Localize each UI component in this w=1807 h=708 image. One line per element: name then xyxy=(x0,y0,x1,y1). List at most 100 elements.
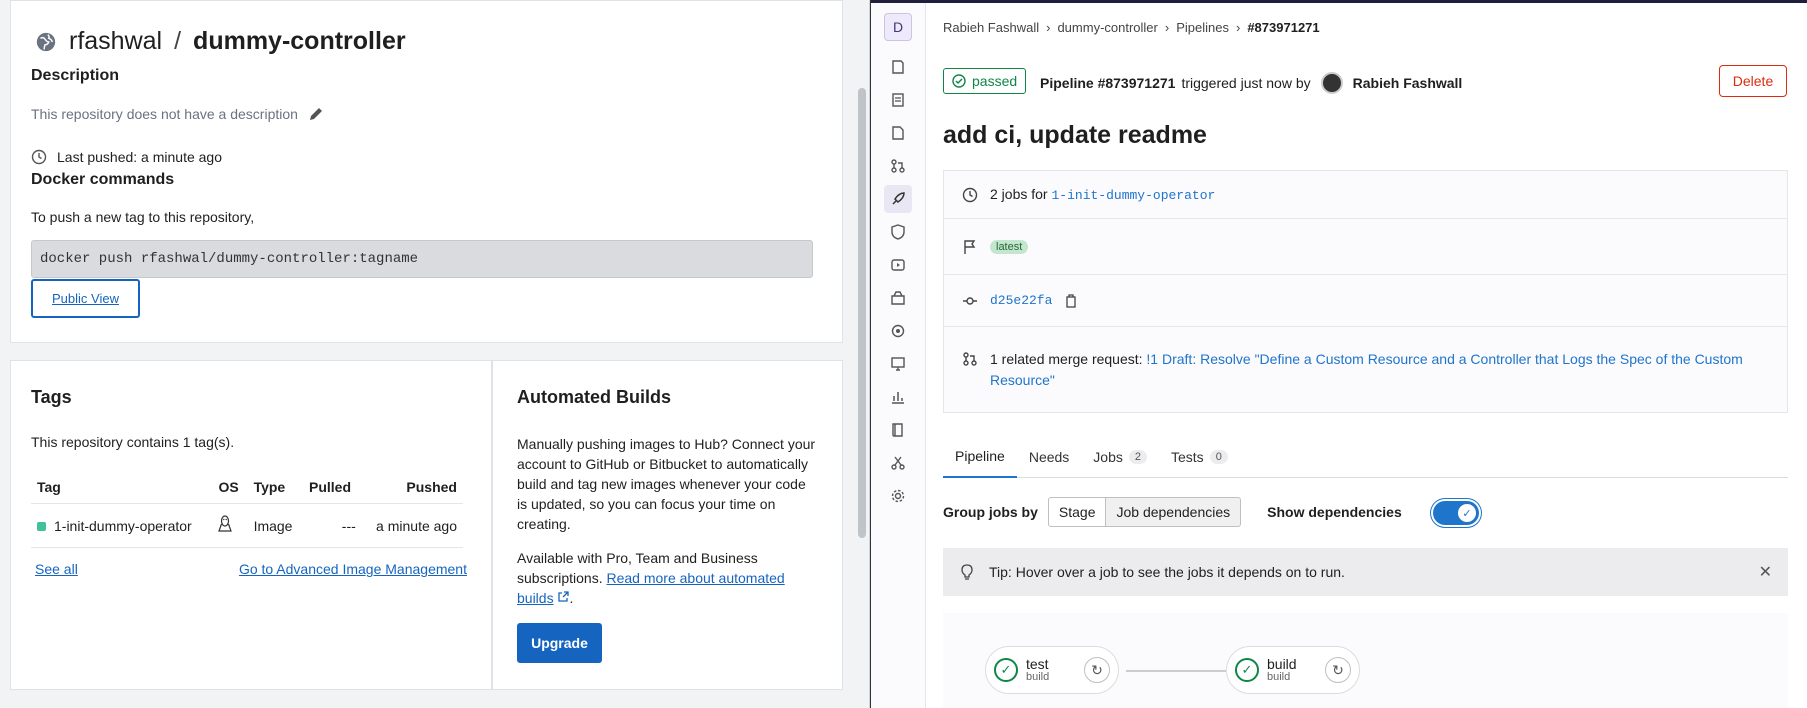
security-shield-icon[interactable] xyxy=(884,218,912,246)
last-pushed-row: Last pushed: a minute ago xyxy=(31,149,222,165)
page-title: add ci, update readme xyxy=(943,121,1207,149)
analytics-icon[interactable] xyxy=(884,383,912,411)
type-cell: Image xyxy=(247,503,303,548)
delete-button[interactable]: Delete xyxy=(1719,65,1787,97)
breadcrumb-separator-icon: › xyxy=(1046,20,1051,35)
deployments-icon[interactable] xyxy=(884,251,912,279)
external-link-icon[interactable] xyxy=(557,591,570,603)
automated-builds-card: Automated Builds Manually pushing images… xyxy=(492,360,843,690)
col-tag: Tag xyxy=(31,471,213,504)
tip-text: Tip: Hover over a job to see the jobs it… xyxy=(989,564,1345,580)
breadcrumb-project[interactable]: dummy-controller xyxy=(1057,20,1157,35)
settings-gear-icon[interactable] xyxy=(884,482,912,510)
monitor-icon[interactable] xyxy=(884,350,912,378)
commit-row: d25e22fa xyxy=(944,275,1787,327)
copy-icon[interactable] xyxy=(1064,293,1078,308)
docker-commands-heading: Docker commands xyxy=(31,171,175,188)
project-overview-icon[interactable] xyxy=(884,53,912,81)
group-by-dependencies-button[interactable]: Job dependencies xyxy=(1106,497,1242,527)
close-icon[interactable]: ✕ xyxy=(1759,562,1772,582)
infrastructure-icon[interactable] xyxy=(884,317,912,345)
check-circle-icon: ✓ xyxy=(994,658,1018,682)
job-node-test[interactable]: ✓ test build ↻ xyxy=(985,646,1119,694)
job-name: build xyxy=(1267,656,1297,672)
pencil-icon[interactable] xyxy=(308,106,324,122)
merge-request-row: 1 related merge request: !1 Draft: Resol… xyxy=(944,327,1787,413)
commit-icon xyxy=(963,296,977,305)
retry-icon[interactable]: ↻ xyxy=(1084,657,1110,683)
job-stage: build xyxy=(1026,671,1050,683)
wiki-icon[interactable] xyxy=(884,416,912,444)
merge-requests-icon[interactable] xyxy=(884,152,912,180)
branch-link[interactable]: 1-init-dummy-operator xyxy=(1051,188,1215,203)
tags-card: Tags This repository contains 1 tag(s). … xyxy=(10,360,492,690)
pushed-cell: a minute ago xyxy=(361,503,463,548)
group-by-stage-button[interactable]: Stage xyxy=(1047,497,1107,527)
job-node-build[interactable]: ✓ build build ↻ xyxy=(1226,646,1360,694)
last-pushed-text: Last pushed: a minute ago xyxy=(57,149,223,165)
project-sidebar: D xyxy=(871,3,926,708)
breadcrumb-user[interactable]: Rabieh Fashwall xyxy=(943,20,1039,35)
description-heading: Description xyxy=(31,67,120,84)
dockerhub-pane: rfashwal / dummy-controller Description … xyxy=(0,0,870,708)
commit-sha-link[interactable]: d25e22fa xyxy=(990,293,1052,308)
scrollbar[interactable] xyxy=(858,88,866,538)
lightbulb-icon xyxy=(961,564,973,580)
pipeline-id: Pipeline #873971271 xyxy=(1040,75,1176,91)
upgrade-button[interactable]: Upgrade xyxy=(517,623,602,663)
repository-card: rfashwal / dummy-controller Description … xyxy=(10,0,843,343)
check-circle-icon: ✓ xyxy=(1235,658,1259,682)
tag-name[interactable]: 1-init-dummy-operator xyxy=(54,518,192,534)
user-name[interactable]: Rabieh Fashwall xyxy=(1353,75,1463,91)
retry-icon[interactable]: ↻ xyxy=(1325,657,1351,683)
linux-icon xyxy=(218,515,233,532)
jobs-for-text: 2 jobs for xyxy=(990,186,1048,202)
tab-pipeline[interactable]: Pipeline xyxy=(943,436,1017,478)
repo-title: rfashwal / dummy-controller xyxy=(35,27,406,56)
advanced-image-management-link[interactable]: Go to Advanced Image Management xyxy=(239,561,467,577)
breadcrumb-pipeline-id[interactable]: #873971271 xyxy=(1247,20,1319,35)
gitlab-pane: D Rabieh Fashwall › dummy-controller › Pip… xyxy=(871,0,1807,708)
automated-builds-description: Manually pushing images to Hub? Connect … xyxy=(517,436,816,532)
breadcrumb-pipelines[interactable]: Pipelines xyxy=(1176,20,1229,35)
breadcrumb-separator-icon: › xyxy=(1164,20,1170,35)
packages-icon[interactable] xyxy=(884,284,912,312)
show-dependencies-toggle[interactable]: ✓ xyxy=(1433,501,1479,525)
ci-cd-rocket-icon[interactable] xyxy=(884,185,912,213)
tab-tests[interactable]: Tests 0 xyxy=(1159,436,1240,478)
pipeline-tabs: Pipeline Needs Jobs 2 Tests 0 xyxy=(943,436,1788,478)
dependency-line xyxy=(1126,670,1226,672)
issues-icon[interactable] xyxy=(884,119,912,147)
avatar[interactable] xyxy=(1320,72,1343,94)
tag-status-dot xyxy=(37,522,46,532)
col-pulled: Pulled xyxy=(302,471,362,504)
os-cell xyxy=(212,503,248,548)
description-row: This repository does not have a descript… xyxy=(31,106,324,122)
pipeline-info: Pipeline #873971271 triggered just now b… xyxy=(1040,72,1462,94)
snippets-scissors-icon[interactable] xyxy=(884,449,912,477)
description-text: This repository does not have a descript… xyxy=(31,106,298,122)
check-icon: ✓ xyxy=(1458,504,1476,522)
tags-summary: This repository contains 1 tag(s). xyxy=(31,434,235,450)
availability-period: . xyxy=(569,590,574,606)
status-badge[interactable]: passed xyxy=(943,68,1027,94)
flag-icon xyxy=(964,239,976,254)
tag-cell[interactable]: 1-init-dummy-operator xyxy=(31,503,213,548)
globe-icon xyxy=(36,32,56,51)
push-command-box[interactable]: docker push rfashwal/dummy-controller:ta… xyxy=(31,240,813,278)
repo-owner[interactable]: rfashwal xyxy=(69,27,162,56)
public-view-button[interactable]: Public View xyxy=(31,279,140,318)
tab-needs[interactable]: Needs xyxy=(1017,436,1081,478)
project-avatar[interactable]: D xyxy=(884,13,912,41)
repo-separator: / xyxy=(174,27,182,55)
mr-prefix: 1 related merge request: xyxy=(990,351,1143,367)
tip-alert: Tip: Hover over a job to see the jobs it… xyxy=(943,548,1788,596)
repository-icon[interactable] xyxy=(884,86,912,114)
latest-badge: latest xyxy=(990,239,1029,254)
see-all-link[interactable]: See all xyxy=(35,561,78,577)
tab-label: Pipeline xyxy=(955,448,1005,464)
group-jobs-label: Group jobs by xyxy=(943,504,1038,520)
table-row[interactable]: 1-init-dummy-operator Image --- a minute… xyxy=(31,503,463,548)
tab-label: Tests xyxy=(1171,449,1204,465)
tab-jobs[interactable]: Jobs 2 xyxy=(1081,436,1159,478)
